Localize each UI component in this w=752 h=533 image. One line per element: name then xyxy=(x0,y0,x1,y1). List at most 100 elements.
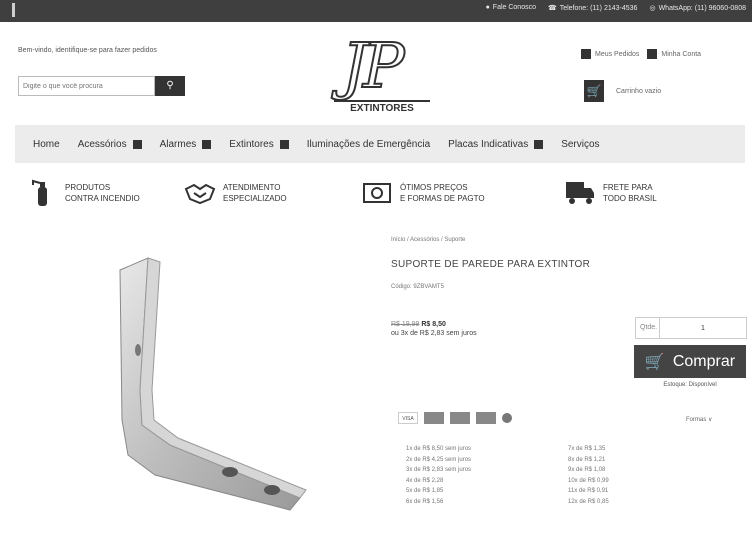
product-code: Código: 9ZBVAMT5 xyxy=(391,284,444,290)
feature-products: PRODUTOS CONTRA INCENDIO xyxy=(25,178,165,208)
chat-icon: ● xyxy=(485,4,490,11)
diners-icon xyxy=(476,412,496,424)
phone-label: Telefone: (11) 2143-4536 xyxy=(559,5,638,12)
dropdown-icon xyxy=(279,139,289,149)
logo-mark: JP xyxy=(341,29,406,102)
flag-icon xyxy=(12,3,15,17)
feature-line: TODO BRASIL xyxy=(603,194,657,203)
stock-status: Estoque: Disponível xyxy=(663,382,717,388)
dropdown-icon xyxy=(202,139,212,149)
user-icon xyxy=(647,49,658,59)
handshake-icon xyxy=(183,178,217,208)
top-bar: ● Fale Conosco ☎ Telefone: (11) 2143-4536 … xyxy=(0,0,752,22)
contact-link[interactable]: ● Fale Conosco xyxy=(486,4,536,12)
installments-right: 7x de R$ 1,35 8x de R$ 1,21 9x de R$ 1,0… xyxy=(568,444,609,507)
quantity-stepper[interactable]: Qtde. 1 xyxy=(635,317,747,339)
account-links: Meus Pedidos Minha Conta xyxy=(581,49,701,59)
nav-label: Acessórios xyxy=(77,138,127,150)
installment-row: 8x de R$ 1,21 xyxy=(568,456,606,463)
payment-options-toggle[interactable]: Formas ∨ xyxy=(686,416,712,423)
nav-item-acessorios[interactable]: Acessórios xyxy=(78,139,142,150)
nav-label: Home xyxy=(33,138,60,150)
installment-row: 11x de R$ 0,91 xyxy=(568,488,609,494)
logo-subtitle: EXTINTORES xyxy=(334,100,430,114)
installment-row: 7x de R$ 1,35 xyxy=(568,446,606,452)
whatsapp-icon: ◎ xyxy=(649,5,656,12)
nav-item-iluminacoes[interactable]: Iluminações de Emergência xyxy=(307,139,430,150)
search-button[interactable]: ⚲ xyxy=(155,76,185,96)
cart-icon: 🛒 xyxy=(584,80,604,102)
dropdown-icon xyxy=(534,139,544,149)
cart-icon: 🛒 xyxy=(644,353,665,371)
truck-icon xyxy=(563,178,597,208)
product-title: SUPORTE DE PAREDE PARA EXTINTOR xyxy=(391,259,591,270)
installments-left: 1x de R$ 8,50 sem juros 2x de R$ 4,25 se… xyxy=(406,444,471,507)
search-icon: ⚲ xyxy=(166,80,174,91)
feature-prices: ÓTIMOS PREÇOS E FORMAS DE PAGTO xyxy=(360,178,500,208)
orders-link[interactable]: Meus Pedidos xyxy=(581,49,639,59)
contact-label: Fale Conosco xyxy=(492,4,536,11)
phone-icon: ☎ xyxy=(548,5,557,12)
installment-row: 4x de R$ 2,28 xyxy=(406,477,444,484)
money-icon xyxy=(360,178,394,208)
installment-row: 5x de R$ 1,85 xyxy=(406,488,444,494)
installment-text: ou 3x de R$ 2,83 sem juros xyxy=(391,330,477,337)
installment-row: 10x de R$ 0,99 xyxy=(568,477,609,484)
price-block: R$ 19,99 R$ 8,50 ou 3x de R$ 2,83 sem ju… xyxy=(391,320,477,338)
cart[interactable]: 🛒 Carrinho vazio xyxy=(584,80,661,102)
orders-icon xyxy=(581,49,591,59)
feature-line: FRETE PARA xyxy=(603,183,653,192)
quantity-label: Qtde. xyxy=(636,318,660,338)
buy-label: Comprar xyxy=(672,352,736,370)
installment-row: 1x de R$ 8,50 sem juros xyxy=(406,446,472,452)
account-link[interactable]: Minha Conta xyxy=(647,49,701,59)
feature-line: E FORMAS DE PAGTO xyxy=(400,194,485,203)
product-image[interactable] xyxy=(60,240,320,520)
old-price: R$ 19,99 xyxy=(391,321,420,328)
account-label: Minha Conta xyxy=(661,50,702,58)
feature-line: ESPECIALIZADO xyxy=(223,194,287,203)
nav-item-servicos[interactable]: Serviços xyxy=(561,139,599,150)
feature-line: PRODUTOS xyxy=(65,183,111,192)
whatsapp-link[interactable]: ◎ WhatsApp: (11) 96060-0808 xyxy=(649,4,746,12)
nav-item-alarmes[interactable]: Alarmes xyxy=(160,139,212,150)
nav-item-placas[interactable]: Placas Indicativas xyxy=(448,138,544,150)
features-bar: PRODUTOS CONTRA INCENDIO ATENDIMENTO ESPEC… xyxy=(15,178,745,218)
installment-row: 9x de R$ 1,08 xyxy=(568,467,606,473)
nav-label: Placas Indicativas xyxy=(448,138,529,150)
fire-extinguisher-icon xyxy=(25,178,59,208)
buy-button[interactable]: 🛒 Comprar xyxy=(634,345,746,378)
top-links: ● Fale Conosco ☎ Telefone: (11) 2143-4536 … xyxy=(486,4,746,12)
whatsapp-label: WhatsApp: (11) 96060-0808 xyxy=(658,5,746,12)
nav-label: Alarmes xyxy=(159,138,197,150)
feature-service: ATENDIMENTO ESPECIALIZADO xyxy=(183,178,323,208)
welcome-text[interactable]: Bem-vindo, identifique-se para fazer ped… xyxy=(18,47,157,54)
visa-icon: VISA xyxy=(398,412,418,424)
quantity-value[interactable]: 1 xyxy=(660,325,746,332)
nav-item-extintores[interactable]: Extintores xyxy=(229,138,289,150)
main-nav: Home Acessórios Alarmes Extintores Ilumi… xyxy=(15,125,745,163)
breadcrumb[interactable]: Início / Acessórios / Suporte xyxy=(391,237,465,243)
nav-item-home[interactable]: Home xyxy=(33,139,60,150)
current-price: R$ 8,50 xyxy=(421,321,446,328)
logo[interactable]: JP EXTINTORES xyxy=(334,29,430,122)
feature-line: CONTRA INCENDIO xyxy=(65,194,140,203)
installment-row: 2x de R$ 4,25 sem juros xyxy=(406,456,472,463)
feature-line: ÓTIMOS PREÇOS xyxy=(400,183,468,192)
payment-methods: VISA xyxy=(398,412,512,424)
installment-row: 12x de R$ 0,85 xyxy=(568,498,609,505)
feature-line: ATENDIMENTO xyxy=(223,183,281,192)
phone-link[interactable]: ☎ Telefone: (11) 2143-4536 xyxy=(548,4,637,12)
installment-row: 3x de R$ 2,83 sem juros xyxy=(406,467,472,473)
feature-shipping: FRETE PARA TODO BRASIL xyxy=(563,178,703,208)
nav-label: Extintores xyxy=(229,138,274,150)
nav-label: Iluminações de Emergência xyxy=(306,138,431,150)
mastercard-icon xyxy=(424,412,444,424)
dropdown-icon xyxy=(132,139,142,149)
cart-status: Carrinho vazio xyxy=(616,87,662,95)
payment-options-label: Formas xyxy=(686,417,707,423)
search-box: ⚲ xyxy=(18,76,186,96)
elo-icon xyxy=(502,413,512,423)
orders-label: Meus Pedidos xyxy=(595,50,640,58)
search-input[interactable] xyxy=(18,76,155,96)
